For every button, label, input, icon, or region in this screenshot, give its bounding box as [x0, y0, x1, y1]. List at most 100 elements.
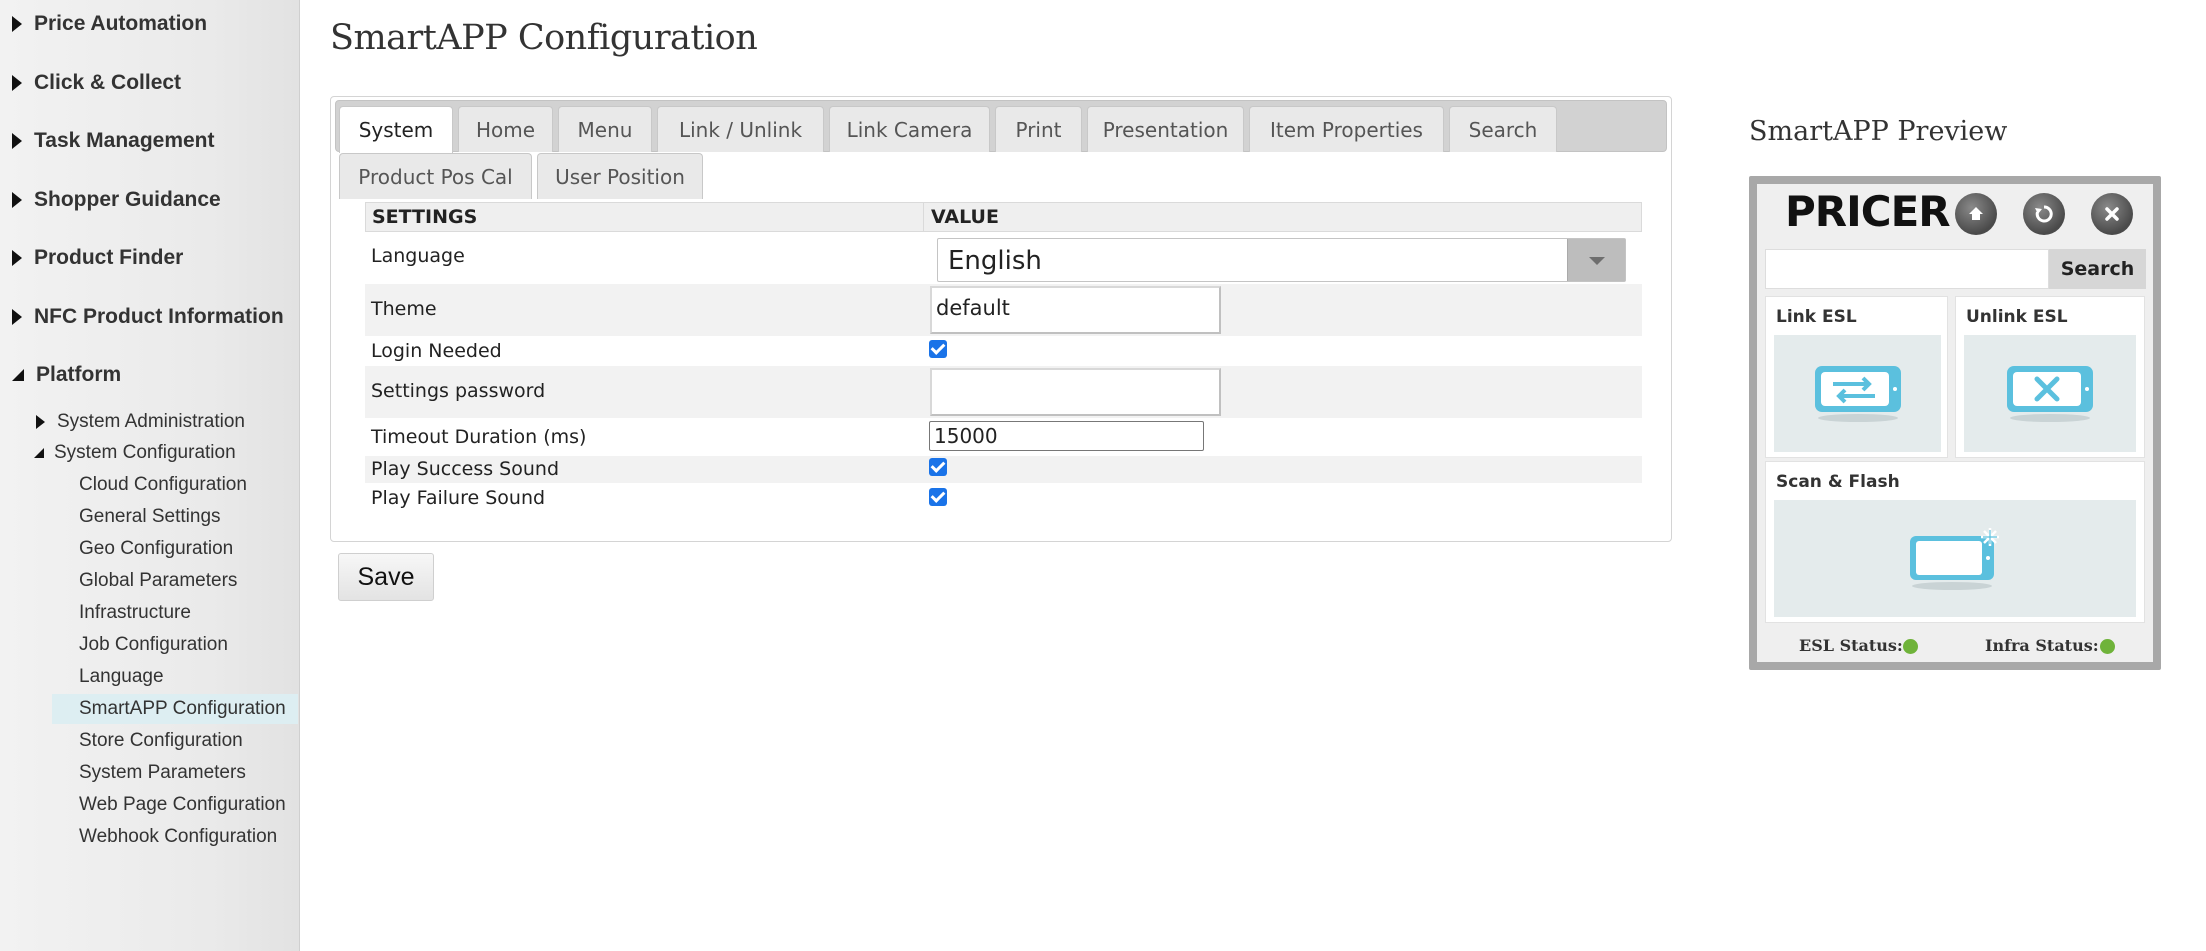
- esl-status-label: ESL Status:: [1799, 636, 1903, 655]
- nav-store-configuration[interactable]: Store Configuration: [52, 726, 298, 756]
- nav-label: System Configuration: [54, 442, 236, 463]
- expand-arrow-icon: [12, 250, 22, 266]
- preview-search-input[interactable]: [1765, 249, 2049, 289]
- nav-label: Price Automation: [34, 12, 208, 35]
- refresh-glyph: [2035, 205, 2053, 223]
- setting-label: Play Failure Sound: [371, 487, 546, 509]
- infra-status-label: Infra Status:: [1985, 636, 2099, 655]
- refresh-icon[interactable]: [2023, 193, 2065, 235]
- nav-general-settings[interactable]: General Settings: [52, 502, 298, 532]
- header-value: VALUE: [931, 206, 999, 228]
- tab-item-properties[interactable]: Item Properties: [1249, 106, 1444, 152]
- expand-arrow-icon: [12, 75, 22, 91]
- tile-label: Scan & Flash: [1776, 472, 1900, 492]
- chevron-down-icon[interactable]: [1567, 239, 1625, 281]
- nav-system-configuration[interactable]: System Configuration: [0, 438, 300, 468]
- scan-flash-tile[interactable]: Scan & Flash: [1765, 461, 2145, 623]
- nav-task-management[interactable]: Task Management: [0, 121, 300, 161]
- collapse-arrow-icon: [34, 448, 44, 458]
- tab-link-unlink[interactable]: Link / Unlink: [657, 106, 824, 152]
- save-button[interactable]: Save: [338, 553, 434, 601]
- close-icon[interactable]: [2091, 193, 2133, 235]
- nav-label: Click & Collect: [34, 71, 182, 94]
- nav-infrastructure[interactable]: Infrastructure: [52, 598, 298, 628]
- nav-geo-configuration[interactable]: Geo Configuration: [52, 534, 298, 564]
- esl-status-indicator: [1903, 639, 1918, 654]
- unlink-esl-tile[interactable]: Unlink ESL: [1955, 296, 2145, 458]
- expand-arrow-icon: [12, 192, 22, 208]
- expand-arrow-icon: [12, 16, 22, 32]
- tab-system[interactable]: System: [339, 106, 453, 153]
- nav-label: Shopper Guidance: [34, 188, 221, 211]
- expand-arrow-icon: [12, 309, 22, 325]
- nav-price-automation[interactable]: Price Automation: [0, 4, 300, 44]
- expand-arrow-icon: [36, 415, 45, 429]
- tile-image-bg: [1774, 335, 1941, 452]
- preview-search-button[interactable]: Search: [2049, 249, 2146, 289]
- nav-job-configuration[interactable]: Job Configuration: [52, 630, 298, 660]
- language-select-value: English: [948, 246, 1042, 276]
- preview-title: SmartAPP Preview: [1749, 116, 2008, 147]
- nav-shopper-guidance[interactable]: Shopper Guidance: [0, 180, 300, 220]
- sidebar: Price Automation Click & Collect Task Ma…: [0, 0, 300, 951]
- home-glyph: [1969, 207, 1983, 220]
- setting-label: Login Needed: [371, 340, 502, 362]
- tile-label: Unlink ESL: [1966, 307, 2068, 327]
- nav-label: Product Finder: [34, 246, 184, 269]
- tab-link-camera[interactable]: Link Camera: [829, 106, 990, 152]
- collapse-arrow-icon: [12, 369, 24, 381]
- language-select[interactable]: English: [937, 238, 1626, 282]
- table-row-play-success-sound: Play Success Sound: [365, 456, 1642, 483]
- tile-label: Link ESL: [1776, 307, 1857, 327]
- link-esl-tile[interactable]: Link ESL: [1765, 296, 1948, 458]
- nav-web-page-configuration[interactable]: Web Page Configuration: [52, 790, 298, 820]
- tab-print[interactable]: Print: [995, 106, 1082, 152]
- tile-image-bg: [1774, 500, 2136, 617]
- table-row-play-failure-sound: Play Failure Sound: [365, 483, 1642, 513]
- nav-global-parameters[interactable]: Global Parameters: [52, 566, 298, 596]
- home-icon[interactable]: [1955, 193, 1997, 235]
- tab-user-position[interactable]: User Position: [537, 153, 703, 199]
- nav-system-administration[interactable]: System Administration: [0, 407, 300, 437]
- tab-product-pos-cal[interactable]: Product Pos Cal: [339, 153, 532, 199]
- nav-language[interactable]: Language: [52, 662, 298, 692]
- nav-nfc-product-information[interactable]: NFC Product Information: [0, 297, 300, 337]
- nav-smartapp-configuration[interactable]: SmartAPP Configuration: [52, 694, 298, 724]
- table-header: SETTINGS VALUE: [365, 202, 1642, 232]
- close-glyph: [2105, 207, 2119, 221]
- setting-label: Play Success Sound: [371, 458, 560, 480]
- table-row-login-needed: Login Needed: [365, 336, 1642, 366]
- scan-flash-icon: [1910, 528, 1999, 590]
- nav-webhook-configuration[interactable]: Webhook Configuration: [52, 822, 298, 852]
- nav-cloud-configuration[interactable]: Cloud Configuration: [52, 470, 298, 500]
- tab-menu[interactable]: Menu: [558, 106, 652, 152]
- nav-label: Platform: [36, 363, 122, 386]
- login-needed-checkbox[interactable]: [929, 340, 947, 358]
- play-failure-sound-checkbox[interactable]: [929, 488, 947, 506]
- header-divider: [923, 203, 924, 232]
- tab-presentation[interactable]: Presentation: [1087, 106, 1244, 152]
- tab-home[interactable]: Home: [458, 106, 553, 152]
- infra-status-indicator: [2100, 639, 2115, 654]
- settings-password-input[interactable]: [930, 368, 1221, 416]
- unlink-esl-icon: [2007, 366, 2093, 422]
- setting-label: Settings password: [371, 380, 546, 402]
- setting-label: Timeout Duration (ms): [371, 426, 587, 448]
- nav-click-collect[interactable]: Click & Collect: [0, 63, 300, 103]
- header-settings: SETTINGS: [372, 206, 478, 228]
- brand-logo: PRICER: [1785, 187, 1951, 236]
- theme-input[interactable]: default: [930, 286, 1221, 334]
- nav-label: NFC Product Information: [34, 305, 284, 328]
- timeout-duration-input[interactable]: 15000: [929, 421, 1204, 451]
- nav-label: System Administration: [57, 411, 245, 432]
- page-title: SmartAPP Configuration: [330, 18, 758, 58]
- setting-label: Theme: [371, 298, 437, 320]
- nav-platform[interactable]: Platform: [0, 355, 300, 395]
- nav-system-parameters[interactable]: System Parameters: [52, 758, 298, 788]
- tile-image-bg: [1964, 335, 2136, 452]
- play-success-sound-checkbox[interactable]: [929, 458, 947, 476]
- link-esl-icon: [1815, 366, 1901, 422]
- nav-product-finder[interactable]: Product Finder: [0, 238, 300, 278]
- tab-search[interactable]: Search: [1449, 106, 1557, 152]
- setting-label: Language: [371, 245, 465, 267]
